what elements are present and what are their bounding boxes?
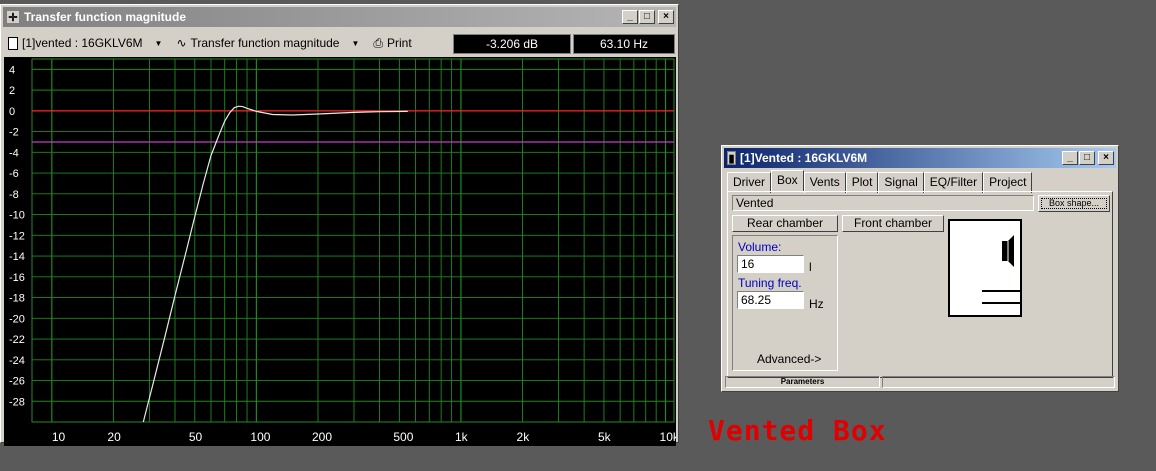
caption-text: Vented Box <box>708 414 887 447</box>
x-tick-label: 200 <box>312 430 332 444</box>
volume-label: Volume: <box>738 240 782 254</box>
y-tick-label: -18 <box>9 293 25 305</box>
advanced-link[interactable]: Advanced-> <box>757 352 821 366</box>
params-titlebar[interactable]: ▮ [1]Vented : 16GKLV6M _ □ × <box>724 148 1116 168</box>
x-tick-label: 20 <box>107 430 121 444</box>
y-tick-label: -28 <box>9 396 25 408</box>
x-tick-label: 1k <box>455 430 469 444</box>
params-tabs: Driver Box Vents Plot Signal EQ/Filter P… <box>727 170 1033 193</box>
box-shape-button[interactable]: Box shape... <box>1038 195 1110 212</box>
maximize-button[interactable]: □ <box>639 10 655 24</box>
box-type-display[interactable]: Vented <box>732 195 1034 211</box>
y-tick-label: -14 <box>9 251 25 263</box>
curve-select-label: Transfer function magnitude <box>190 36 340 50</box>
print-button[interactable]: ⎙ Print <box>369 32 415 54</box>
y-tick-label: -12 <box>9 230 25 242</box>
curve-select[interactable]: ∿ Transfer function magnitude ▼ <box>172 32 363 54</box>
tuning-freq-field[interactable]: 68.25 <box>737 291 804 309</box>
maximize-button[interactable]: □ <box>1079 151 1095 165</box>
x-tick-label: 5k <box>598 430 612 444</box>
speaker-icon: ▮ <box>727 151 736 165</box>
tab-project[interactable]: Project <box>983 172 1033 193</box>
y-tick-label: -10 <box>9 210 25 222</box>
waveform-icon: ∿ <box>176 36 187 50</box>
tf-titlebar[interactable]: ✛ Transfer function magnitude _ □ × <box>3 7 676 27</box>
crosshair-icon: ✛ <box>6 10 20 24</box>
tab-box[interactable]: Box <box>771 170 804 191</box>
tab-driver[interactable]: Driver <box>727 172 771 193</box>
parameters-window: ▮ [1]Vented : 16GKLV6M _ □ × Driver Box … <box>721 145 1119 392</box>
y-tick-label: -24 <box>9 355 25 367</box>
y-tick-label: -20 <box>9 313 25 325</box>
box-type-value: Vented <box>736 196 774 210</box>
y-tick-label: -16 <box>9 272 25 284</box>
y-tick-label: 4 <box>9 64 15 76</box>
y-tick-label: 0 <box>9 106 15 118</box>
plot-area[interactable]: 4 2 0 -2 -4 -6 -8 -10 -12 -14 -16 -18 -20 -22 -24 -26 -2… <box>4 57 676 446</box>
status-parameters: Parameters <box>725 376 880 388</box>
transfer-function-chart[interactable]: 420-2-4-6-8-10-12-14-16-18-20-22-24-26-2… <box>4 57 676 446</box>
x-tick-label: 10 <box>52 430 66 444</box>
front-chamber-button[interactable]: Front chamber <box>842 215 944 232</box>
close-button[interactable]: × <box>1098 151 1114 165</box>
plot-frame <box>31 58 675 423</box>
tuning-freq-unit: Hz <box>809 297 824 311</box>
y-tick-label: -8 <box>9 189 19 201</box>
printer-icon: ⎙ <box>373 35 383 50</box>
close-button[interactable]: × <box>658 10 674 24</box>
volume-unit: l <box>809 260 812 274</box>
minimize-button[interactable]: _ <box>1062 151 1078 165</box>
y-tick-label: -26 <box>9 376 25 388</box>
x-tick-label: 10k <box>660 430 676 444</box>
project-select[interactable]: [1]vented : 16GKLV6M ▼ <box>4 32 166 54</box>
x-tick-label: 2k <box>517 430 531 444</box>
transfer-function-window: ✛ Transfer function magnitude _ □ × [1]v… <box>0 4 679 446</box>
y-tick-label: -22 <box>9 334 25 346</box>
tab-signal[interactable]: Signal <box>878 172 924 193</box>
tuning-freq-label: Tuning freq. <box>738 276 802 290</box>
x-tick-label: 100 <box>250 430 270 444</box>
volume-field[interactable]: 16 <box>737 255 804 273</box>
box-panel: Vented Box shape... Rear chamber Front c… <box>727 191 1113 378</box>
document-icon <box>8 36 18 50</box>
y-tick-label: -4 <box>9 147 19 159</box>
status-empty <box>882 376 1115 388</box>
tf-window-title: Transfer function magnitude <box>24 10 187 24</box>
project-select-label: [1]vented : 16GKLV6M <box>22 36 143 50</box>
y-tick-label: -6 <box>9 168 19 180</box>
minimize-button[interactable]: _ <box>622 10 638 24</box>
params-statusbar: Parameters <box>725 376 1115 388</box>
y-tick-label: 2 <box>9 85 15 97</box>
tab-vents[interactable]: Vents <box>803 172 846 193</box>
print-label: Print <box>387 36 412 50</box>
x-tick-label: 500 <box>393 430 413 444</box>
chevron-down-icon: ▼ <box>154 38 163 48</box>
readout-hz: 63.10 Hz <box>573 34 675 54</box>
tab-eq-filter[interactable]: EQ/Filter <box>923 172 984 193</box>
params-window-title: [1]Vented : 16GKLV6M <box>740 151 868 165</box>
box-diagram <box>948 219 1022 317</box>
y-tick-label: -2 <box>9 127 19 139</box>
x-tick-label: 50 <box>189 430 203 444</box>
box-diagram-drawing <box>982 235 1020 304</box>
chevron-down-icon: ▼ <box>351 38 360 48</box>
tab-plot[interactable]: Plot <box>845 172 879 193</box>
readout-db: -3.206 dB <box>453 34 571 54</box>
rear-chamber-button[interactable]: Rear chamber <box>732 215 838 232</box>
